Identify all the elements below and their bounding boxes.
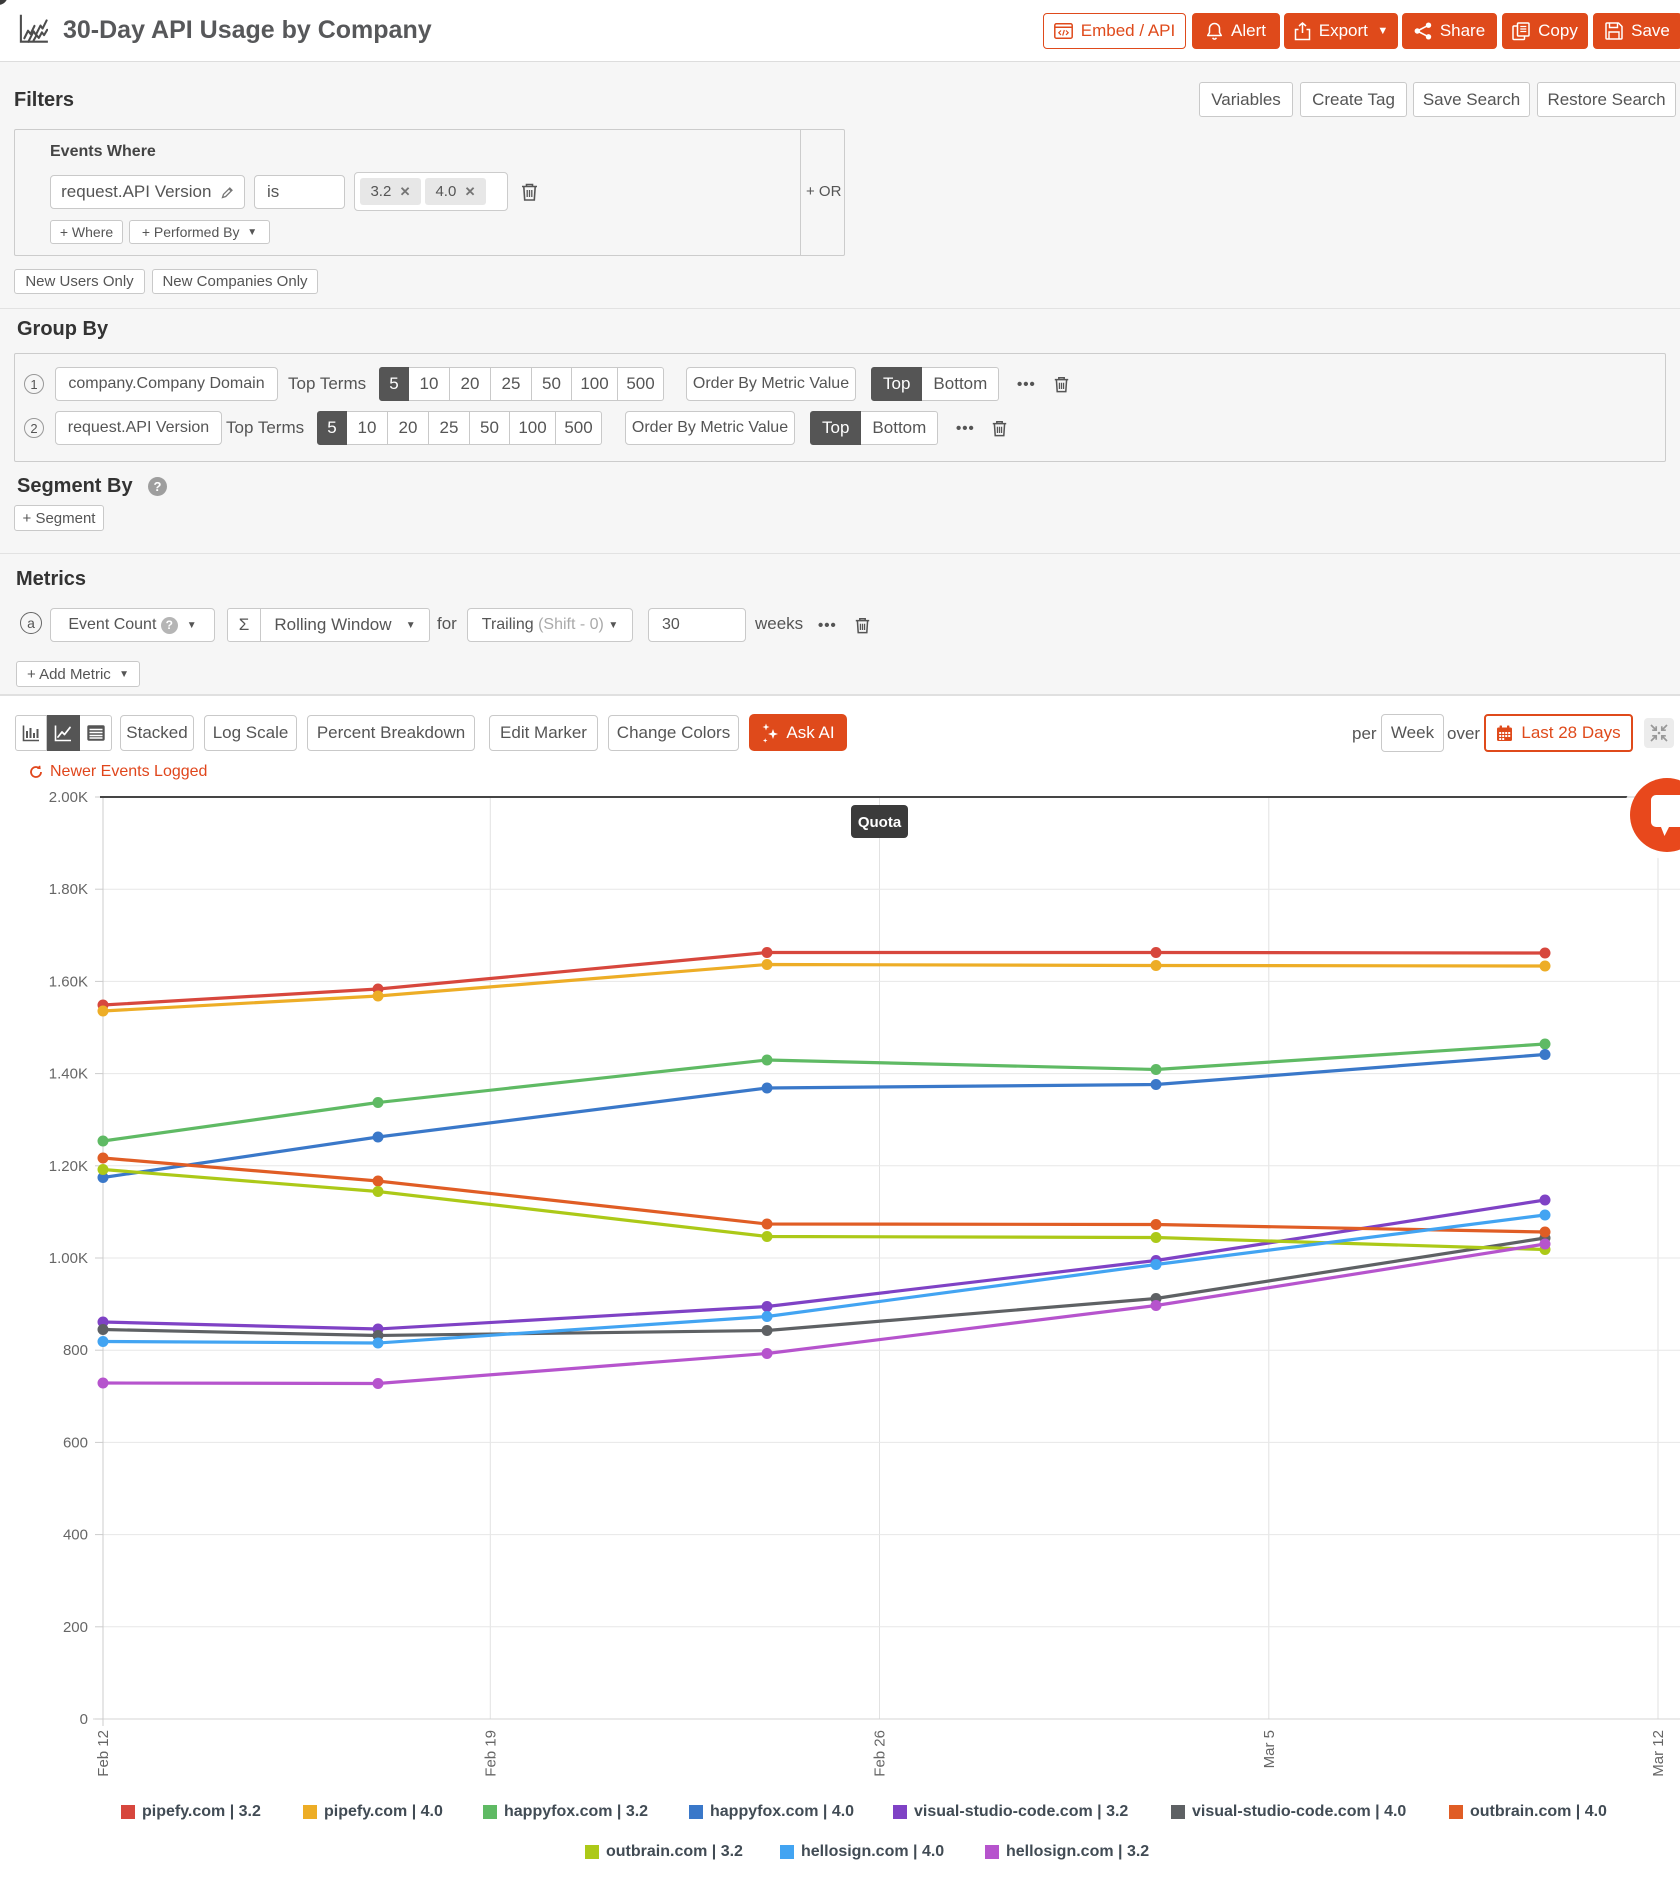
svg-text:Feb 12: Feb 12	[95, 1730, 112, 1777]
svg-text:1.40K: 1.40K	[49, 1066, 88, 1083]
svg-text:600: 600	[63, 1434, 88, 1451]
svg-text:1.20K: 1.20K	[49, 1158, 88, 1175]
svg-text:800: 800	[63, 1342, 88, 1359]
svg-text:Feb 26: Feb 26	[872, 1730, 889, 1777]
svg-text:1.80K: 1.80K	[49, 881, 88, 898]
svg-text:Mar 5: Mar 5	[1261, 1730, 1278, 1768]
svg-text:200: 200	[63, 1619, 88, 1636]
svg-text:400: 400	[63, 1527, 88, 1544]
svg-text:0: 0	[80, 1711, 88, 1728]
svg-text:Mar 12: Mar 12	[1650, 1730, 1667, 1777]
svg-text:2.00K: 2.00K	[49, 789, 88, 806]
svg-text:Quota: Quota	[858, 814, 902, 831]
svg-text:Feb 19: Feb 19	[482, 1730, 499, 1777]
svg-text:1.60K: 1.60K	[49, 973, 88, 990]
svg-text:1.00K: 1.00K	[49, 1250, 88, 1267]
